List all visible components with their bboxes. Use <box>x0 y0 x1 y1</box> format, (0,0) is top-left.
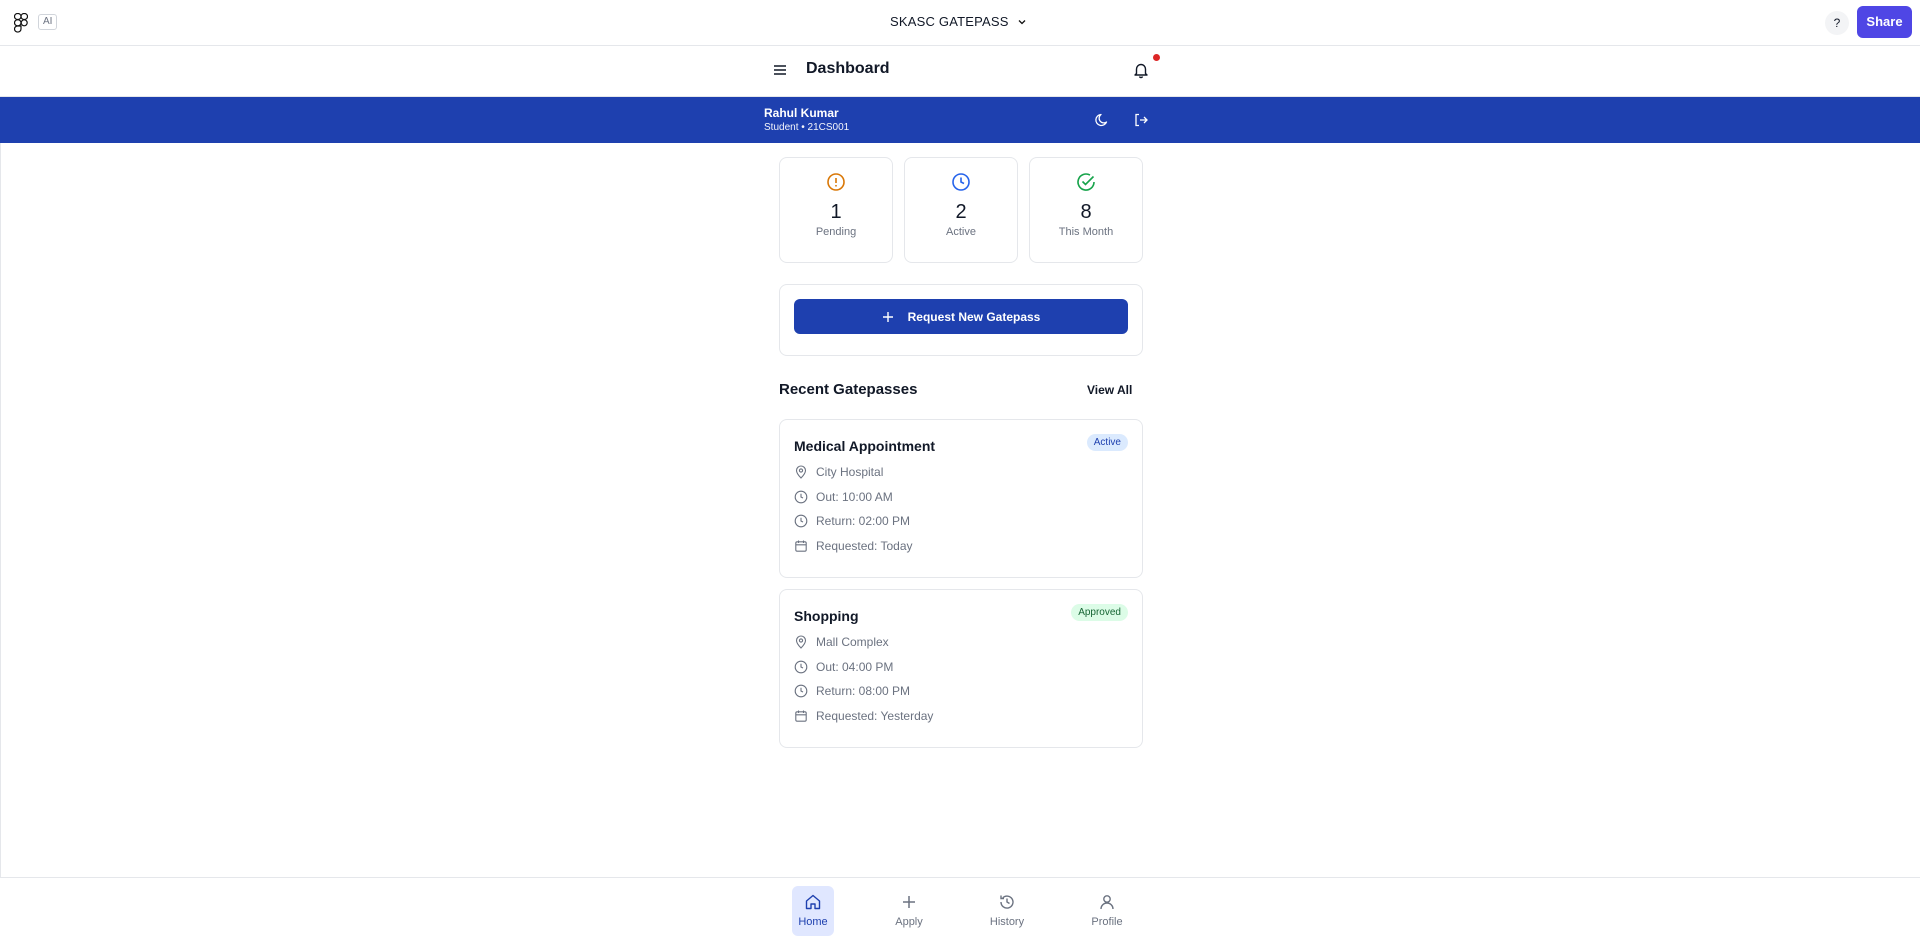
gatepass-requested: Requested: Today <box>794 539 913 553</box>
stat-value: 1 <box>830 201 842 223</box>
bottom-nav: Home Apply History Profile <box>0 877 1920 943</box>
bell-icon[interactable] <box>1132 61 1150 79</box>
request-new-gatepass-button[interactable]: Request New Gatepass <box>794 299 1128 334</box>
project-title-dropdown[interactable]: SKASC GATEPASS <box>890 14 1027 29</box>
history-icon <box>1000 895 1014 909</box>
plus-icon <box>882 311 893 322</box>
gatepass-title: Medical Appointment <box>794 438 936 454</box>
alert-circle-icon <box>827 173 845 191</box>
gatepass-card[interactable]: Shopping Approved Mall Complex Out: 04:0… <box>779 589 1143 748</box>
out-time-text: Out: 10:00 AM <box>816 490 893 504</box>
status-badge: Approved <box>1071 604 1128 621</box>
editor-toolbar: AI SKASC GATEPASS ? Share <box>0 0 1920 46</box>
out-time-text: Out: 04:00 PM <box>816 660 894 674</box>
section-title: Recent Gatepasses <box>779 381 918 398</box>
ai-badge[interactable]: AI <box>38 14 58 30</box>
project-title: SKASC GATEPASS <box>890 14 1009 29</box>
stat-label: This Month <box>1058 226 1114 238</box>
stat-card-this-month: 8 This Month <box>1029 157 1143 263</box>
gatepass-out-time: Out: 10:00 AM <box>794 490 893 504</box>
requested-text: Requested: Today <box>816 539 913 553</box>
figma-logo-icon[interactable] <box>14 13 28 33</box>
nav-item-profile[interactable]: Profile <box>1086 886 1128 936</box>
nav-label: Profile <box>1091 916 1123 928</box>
stat-card-pending: 1 Pending <box>779 157 893 263</box>
stat-label: Pending <box>815 226 857 238</box>
gatepass-return-time: Return: 02:00 PM <box>794 514 910 528</box>
stat-card-active: 2 Active <box>904 157 1018 263</box>
nav-label: Apply <box>895 916 923 928</box>
request-button-label: Request New Gatepass <box>907 309 1041 324</box>
request-card: Request New Gatepass <box>779 284 1143 356</box>
status-badge: Active <box>1086 434 1128 451</box>
check-circle-icon <box>1077 173 1095 191</box>
clock-icon <box>794 514 808 528</box>
return-time-text: Return: 02:00 PM <box>816 514 911 528</box>
chevron-down-icon <box>1018 19 1026 24</box>
help-button[interactable]: ? <box>1825 11 1849 35</box>
user-name: Rahul Kumar <box>764 106 839 120</box>
page-title: Dashboard <box>806 60 890 77</box>
map-pin-icon <box>795 635 807 649</box>
clock-icon <box>794 490 808 504</box>
nav-item-history[interactable]: History <box>986 886 1028 936</box>
notification-dot <box>1153 54 1160 61</box>
clock-icon <box>794 660 808 674</box>
map-pin-icon <box>795 465 807 479</box>
requested-text: Requested: Yesterday <box>816 709 934 723</box>
gatepass-location: City Hospital <box>794 465 883 479</box>
nav-label: Home <box>798 916 828 928</box>
gatepass-out-time: Out: 04:00 PM <box>794 660 893 674</box>
return-time-text: Return: 08:00 PM <box>816 684 911 698</box>
user-banner: Rahul Kumar Student • 21CS001 <box>0 97 1920 143</box>
stat-value: 2 <box>955 201 967 223</box>
nav-item-home[interactable]: Home <box>792 886 834 936</box>
clock-icon <box>952 173 970 191</box>
canvas-left-border <box>0 46 1 943</box>
view-all-link[interactable]: View All <box>1087 383 1132 397</box>
gatepass-title: Shopping <box>794 608 859 624</box>
logout-icon[interactable] <box>1133 112 1149 128</box>
home-icon <box>805 894 821 910</box>
gatepass-location: Mall Complex <box>794 635 889 649</box>
calendar-icon <box>795 710 807 722</box>
plus-icon <box>903 896 915 908</box>
location-text: City Hospital <box>816 465 884 479</box>
gatepass-return-time: Return: 08:00 PM <box>794 684 910 698</box>
nav-label: History <box>989 916 1025 928</box>
nav-item-apply[interactable]: Apply <box>888 886 930 936</box>
stats-row: 1 Pending 2 Active 8 This Month <box>779 157 1143 263</box>
stat-label: Active <box>946 226 976 238</box>
calendar-icon <box>795 540 807 552</box>
gatepass-requested: Requested: Yesterday <box>794 709 933 723</box>
location-text: Mall Complex <box>816 635 889 649</box>
gatepass-card[interactable]: Medical Appointment Active City Hospital… <box>779 419 1143 578</box>
clock-icon <box>794 684 808 698</box>
share-button[interactable]: Share <box>1857 6 1912 38</box>
user-meta: Student • 21CS001 <box>764 122 850 133</box>
hamburger-menu-icon[interactable] <box>772 62 788 78</box>
moon-icon[interactable] <box>1094 112 1110 128</box>
stat-value: 8 <box>1080 201 1092 223</box>
app-header: Dashboard <box>0 46 1920 97</box>
user-icon <box>1100 895 1114 910</box>
